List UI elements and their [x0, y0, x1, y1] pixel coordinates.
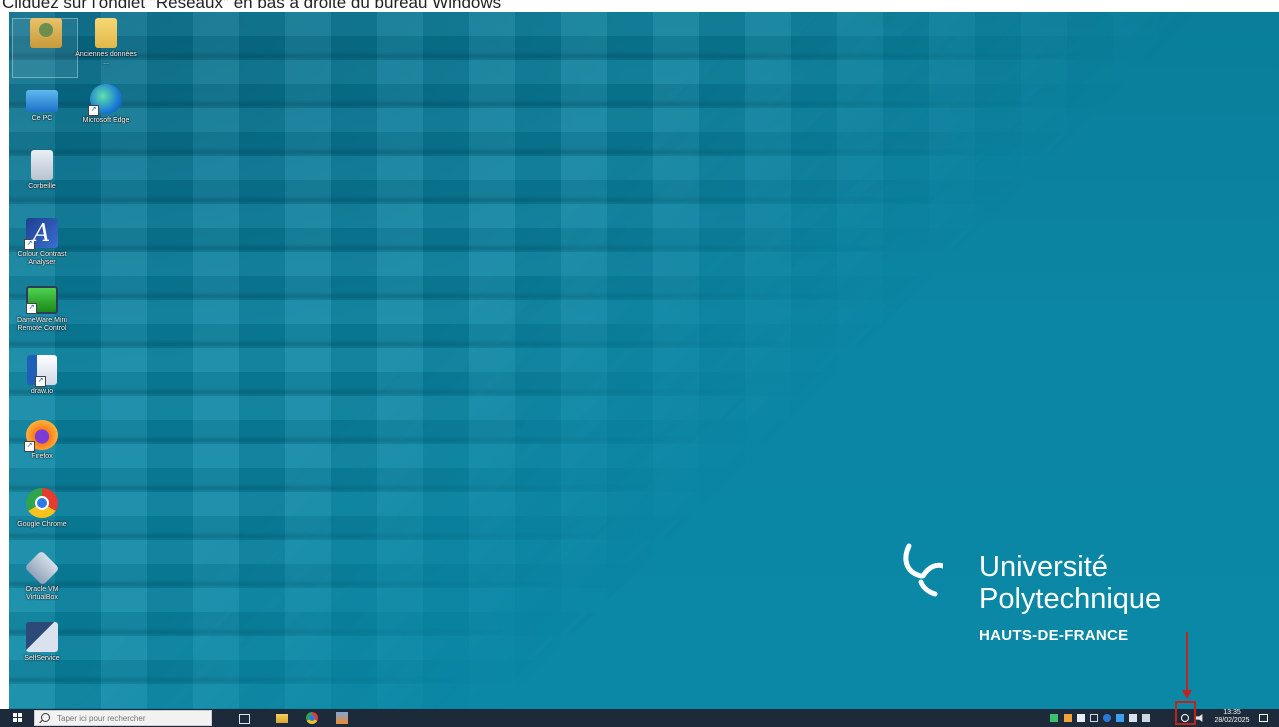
desktop-icon-ce-pc[interactable]: Ce PC: [9, 84, 75, 123]
taskbar-search-box[interactable]: [34, 710, 212, 726]
desktop-icon-microsoft-edge[interactable]: ↗ Microsoft Edge: [73, 84, 139, 125]
logo-name-line1: Université: [979, 551, 1108, 583]
edge-icon: ↗: [88, 84, 122, 116]
virtualbox-taskbar-icon[interactable]: [336, 712, 348, 724]
desktop-icon-virtualbox[interactable]: Oracle VM VirtualBox: [9, 550, 75, 602]
tray-date: 28/02/2025: [1214, 717, 1250, 724]
chrome-icon: [26, 488, 58, 518]
annotation-arrow-line: [1186, 632, 1188, 694]
desktop-icon-label: Google Chrome: [17, 521, 67, 528]
taskbar-search-input[interactable]: [57, 711, 207, 725]
desktop-icon-label: Ce PC: [31, 115, 53, 122]
desktop-icon-firefox[interactable]: ↗ Firefox: [9, 420, 75, 461]
mail-tray-icon[interactable]: [1142, 714, 1150, 722]
desktop-icon-selfservice[interactable]: SelfService: [9, 622, 75, 663]
shortcut-arrow-icon: ↗: [24, 441, 35, 452]
bluetooth-icon[interactable]: [1103, 714, 1111, 722]
desktop-icon-drawio[interactable]: ↗ draw.io: [9, 355, 75, 396]
logo-name-line2: Polytechnique: [979, 583, 1162, 615]
desktop-icon-label: Oracle VM VirtualBox: [25, 586, 59, 601]
desktop-icon-label: SelfService: [24, 655, 60, 662]
usb-icon[interactable]: [1090, 714, 1098, 722]
shortcut-arrow-icon: ↗: [26, 303, 37, 314]
shortcut-arrow-icon: ↗: [24, 239, 35, 250]
desktop-icon-label: Corbeille: [28, 183, 56, 190]
desktop-icon-google-chrome[interactable]: Google Chrome: [9, 488, 75, 529]
tray-tool-icon[interactable]: [1116, 714, 1124, 722]
tray-clock[interactable]: 13:35 28/02/2025: [1213, 709, 1251, 727]
drawio-icon: ↗: [27, 355, 57, 387]
desktop-icon-dameware[interactable]: ↗ DameWare Mini Remote Control: [9, 286, 75, 333]
computer-icon: [26, 90, 58, 112]
desktop-icon-label: Anciennes données ...: [75, 51, 137, 66]
firefox-icon: ↗: [24, 420, 58, 452]
desktop-icon-label: Colour Contrast Analyser: [17, 251, 67, 266]
windows-start-icon[interactable]: [13, 713, 23, 723]
desktop-icon-anciennes-donnees[interactable]: Anciennes données ...: [73, 18, 139, 67]
instruction-caption: Cliquez sur l'onglet "Réseaux" en bas à …: [2, 0, 1102, 8]
desktop-icon-label: Firefox: [31, 453, 53, 460]
task-view-icon[interactable]: [239, 714, 250, 724]
tray-time: 13:35: [1223, 709, 1241, 716]
search-icon: [41, 713, 50, 722]
virtualbox-icon: [24, 550, 60, 586]
volume-icon[interactable]: [1196, 714, 1203, 722]
taskbar: 13:35 28/02/2025: [0, 709, 1279, 727]
user-folder-icon: [30, 18, 62, 48]
tray-app-icon[interactable]: [1064, 714, 1072, 722]
file-explorer-icon[interactable]: [276, 714, 288, 723]
folder-tray-icon[interactable]: [1129, 714, 1137, 722]
selfservice-icon: [26, 622, 58, 652]
desktop[interactable]: Anciennes données ... Ce PC ↗ Microsoft …: [9, 12, 1279, 709]
hidden-icons-chevron-icon[interactable]: [1050, 714, 1058, 722]
desktop-icon-corbeille[interactable]: Corbeille: [9, 150, 75, 191]
shortcut-arrow-icon: ↗: [35, 376, 46, 387]
desktop-icon-label: Microsoft Edge: [82, 117, 130, 124]
tray-display-icon[interactable]: [1077, 714, 1085, 722]
desktop-icon-colour-contrast-analyser[interactable]: ↗ Colour Contrast Analyser: [9, 218, 75, 267]
recycle-bin-icon: [31, 150, 53, 180]
uphf-logo-mark-icon: [903, 543, 943, 597]
colour-contrast-analyser-icon: ↗: [24, 218, 58, 250]
network-highlight-box: [1175, 701, 1196, 725]
desktop-icon-label: DameWare Mini Remote Control: [17, 317, 67, 332]
desktop-icon-user[interactable]: [13, 18, 79, 51]
chrome-taskbar-icon[interactable]: [306, 712, 318, 724]
folder-icon: [95, 18, 117, 48]
annotation-arrow-head-icon: [1182, 690, 1192, 699]
dameware-icon: ↗: [26, 286, 58, 314]
shortcut-arrow-icon: ↗: [88, 105, 99, 116]
desktop-icon-label: draw.io: [30, 388, 54, 395]
notification-center-icon[interactable]: [1259, 714, 1268, 722]
logo-subtitle: HAUTS-DE-FRANCE: [979, 627, 1129, 644]
